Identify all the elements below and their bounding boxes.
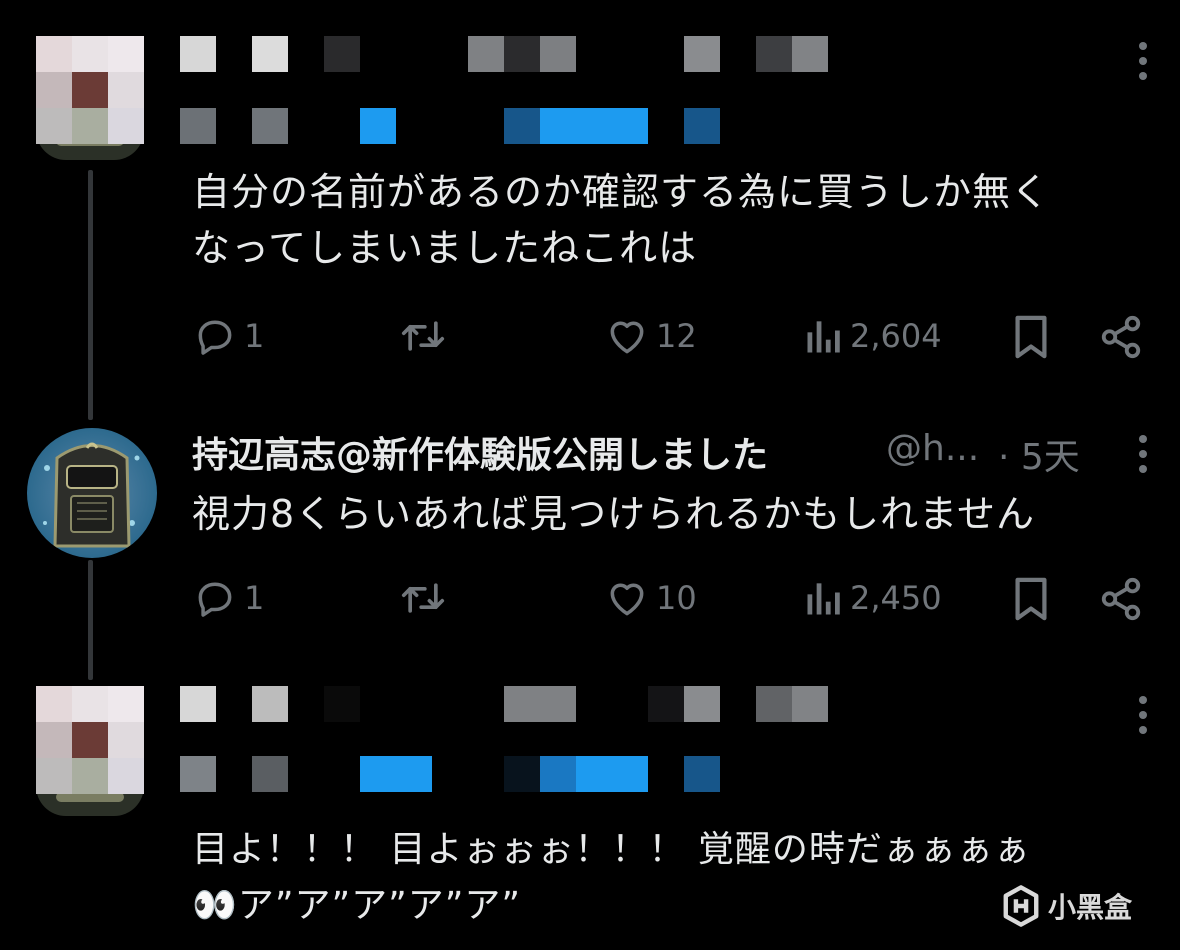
- like-button[interactable]: 12: [604, 314, 697, 358]
- tweet-text-line: 視力8くらいあれば見つけられるかもしれません: [192, 492, 1036, 536]
- reply-button[interactable]: 1: [192, 314, 264, 358]
- views-button[interactable]: 2,604: [804, 314, 942, 358]
- tweet-text-line: 👀ア”ア”ア”ア”ア”: [192, 885, 522, 926]
- reply-count: 1: [244, 579, 265, 617]
- like-count: 10: [656, 579, 697, 617]
- share-button[interactable]: [1098, 576, 1144, 622]
- author-handle[interactable]: @h...: [886, 428, 979, 469]
- like-button[interactable]: 10: [604, 576, 697, 620]
- share-icon: [1101, 577, 1141, 621]
- avatar[interactable]: [27, 428, 157, 558]
- bookmark-button[interactable]: [1010, 314, 1052, 360]
- knight-helmet-icon: [43, 442, 140, 548]
- watermark: 小黑盒: [1000, 884, 1132, 928]
- views-count: 2,450: [850, 579, 942, 617]
- more-icon[interactable]: [1139, 696, 1149, 734]
- like-icon: [610, 321, 644, 354]
- timestamp[interactable]: · 5天: [998, 428, 1080, 480]
- views-icon: [807, 583, 840, 615]
- reply-icon: [198, 582, 232, 617]
- views-count: 2,604: [850, 317, 942, 355]
- more-icon[interactable]: [1139, 42, 1149, 80]
- redacted-name: [180, 36, 828, 72]
- like-icon: [610, 583, 644, 616]
- repost-button[interactable]: [398, 576, 454, 620]
- author-name[interactable]: 持辺高志@新作体験版公開しました: [192, 426, 768, 478]
- reply-count: 1: [244, 317, 265, 355]
- views-icon: [807, 321, 840, 353]
- redacted-handle: [180, 108, 720, 144]
- watermark-text: 小黑盒: [1048, 891, 1133, 924]
- thread-connector: [88, 560, 93, 680]
- tweet-text-line: 自分の名前があるのか確認する為に買うしか無く: [192, 170, 1051, 214]
- more-icon[interactable]: [1139, 435, 1149, 473]
- redacted-handle: [180, 756, 720, 792]
- repost-button[interactable]: [398, 314, 454, 358]
- like-count: 12: [656, 317, 697, 355]
- bookmark-button[interactable]: [1010, 576, 1052, 622]
- thread-connector: [88, 170, 93, 420]
- reply-icon: [198, 320, 232, 355]
- views-button[interactable]: 2,450: [804, 576, 942, 620]
- share-button[interactable]: [1098, 314, 1144, 360]
- tweet-text-line: なってしまいましたねこれは: [192, 226, 698, 270]
- avatar[interactable]: [36, 686, 144, 794]
- bookmark-icon: [1015, 577, 1047, 621]
- reply-button[interactable]: 1: [192, 576, 264, 620]
- heybox-logo-icon: [1003, 885, 1039, 927]
- tweet-text-line: 目よ！！！ 目よぉぉぉ！！！ 覚醒の時だぁぁぁぁ: [192, 829, 1031, 870]
- avatar[interactable]: [36, 36, 144, 144]
- redacted-name: [180, 686, 828, 722]
- share-icon: [1101, 315, 1141, 359]
- bookmark-icon: [1015, 315, 1047, 359]
- repost-icon: [401, 321, 445, 351]
- repost-icon: [401, 583, 445, 613]
